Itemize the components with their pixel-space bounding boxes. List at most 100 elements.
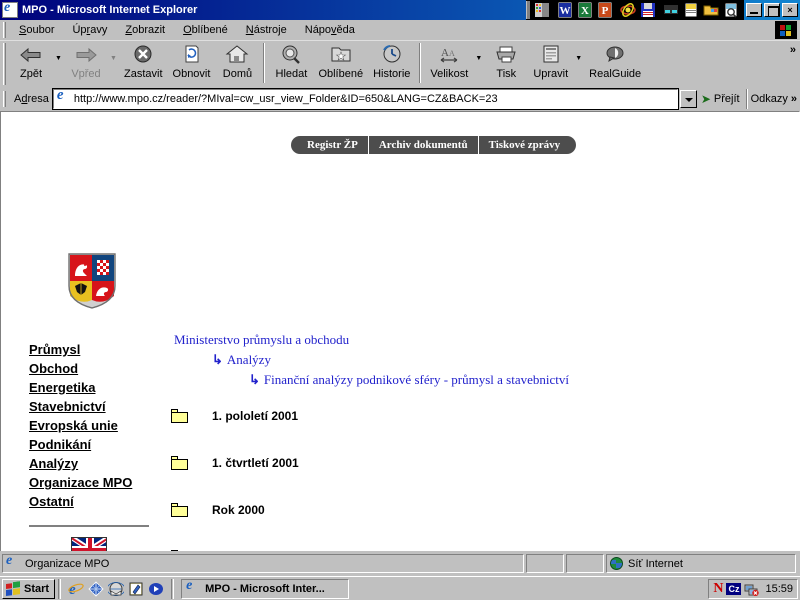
- toolbar-button-fontsize[interactable]: A A Velikost: [425, 41, 473, 80]
- list-item[interactable]: Rok 2000: [171, 486, 571, 533]
- office-shortcut-icon[interactable]: [533, 1, 551, 19]
- toolbar-label-realguide: RealGuide: [589, 68, 642, 80]
- notepad-icon[interactable]: [128, 581, 144, 597]
- office-bar-separator: [552, 1, 555, 19]
- edit-dropdown-arrow-icon[interactable]: ▼: [573, 55, 584, 63]
- sidebar-item-analyzy[interactable]: Analýzy: [29, 454, 165, 473]
- open-folder-icon[interactable]: [702, 1, 720, 19]
- links-chevron-icon[interactable]: »: [791, 93, 797, 105]
- address-bar: Adresa http://www.mpo.cz/reader/?MIval=c…: [0, 87, 800, 110]
- windows-logo-icon: [6, 580, 21, 596]
- window-title: MPO - Microsoft Internet Explorer: [22, 4, 198, 16]
- realplayer-icon[interactable]: [148, 581, 164, 597]
- taskbar: Start e e MPO - Microsoft Inter... N Cz …: [0, 576, 800, 600]
- toolbar-overflow-chevron[interactable]: »: [790, 41, 800, 56]
- powerpoint-icon[interactable]: P: [596, 1, 614, 19]
- menu-nastroje[interactable]: Nástroje: [237, 22, 296, 38]
- list-item[interactable]: 1. čtvrtletí 2001: [171, 439, 571, 486]
- network-status-icon[interactable]: [744, 582, 760, 596]
- restore-button[interactable]: [764, 3, 780, 17]
- breadcrumb-item-analyzy[interactable]: ↳ Analýzy: [174, 350, 569, 370]
- sidebar-item-stavebnictvi[interactable]: Stavebnictví: [29, 397, 165, 416]
- menu-oblibene[interactable]: Oblíbené: [174, 22, 237, 38]
- nav-tab-archiv-dokumentu[interactable]: Archiv dokumentů: [368, 136, 479, 154]
- nav-tab-registr-zp[interactable]: Registr ŽP: [291, 136, 369, 154]
- svg-text:X: X: [581, 5, 589, 17]
- close-button[interactable]: ×: [782, 3, 798, 17]
- toolbar-label-favorites: Oblíbené: [318, 68, 364, 80]
- forward-dropdown-arrow-icon[interactable]: ▼: [108, 55, 119, 63]
- font-size-icon: A A: [436, 43, 462, 67]
- excel-icon[interactable]: X: [576, 1, 594, 19]
- sidebar-item-obchod[interactable]: Obchod: [29, 359, 165, 378]
- minimize-button[interactable]: [746, 3, 762, 17]
- menu-soubor[interactable]: Soubor: [10, 22, 63, 38]
- sidebar-item-podnikani[interactable]: Podnikání: [29, 435, 165, 454]
- save-icon[interactable]: [639, 1, 657, 19]
- sidebar-item-evropska-unie[interactable]: Evropská unie: [29, 416, 165, 435]
- sidebar-item-prumysl[interactable]: Průmysl: [29, 340, 165, 359]
- find-file-icon[interactable]: [722, 1, 740, 19]
- start-button[interactable]: Start: [2, 578, 56, 599]
- keyboard-layout-indicator[interactable]: Cz: [726, 582, 742, 595]
- taskbar-clock[interactable]: 15:59: [765, 583, 793, 595]
- toolbar-button-search[interactable]: Hledat: [269, 41, 313, 80]
- list-item[interactable]: 1. pololetí 2001: [171, 392, 571, 439]
- status-panel-spacer-2: [566, 554, 604, 573]
- list-item[interactable]: 1. až 3. čtvrtletí 2000: [171, 533, 571, 551]
- sidebar-divider: [29, 525, 149, 527]
- address-dropdown-button[interactable]: [679, 89, 697, 108]
- outlook-express-icon[interactable]: [106, 581, 126, 597]
- taskbar-button-mpo[interactable]: MPO - Microsoft Inter...: [181, 578, 350, 599]
- toolbar-button-back[interactable]: Zpět: [9, 41, 53, 80]
- toolbar-button-refresh[interactable]: Obnovit: [168, 41, 216, 80]
- toolbar-label-print: Tisk: [496, 68, 517, 80]
- word-icon[interactable]: W: [556, 1, 574, 19]
- toolbar-button-forward[interactable]: Vpřed: [64, 41, 108, 80]
- breadcrumb-item-ministry[interactable]: Ministerstvo průmyslu a obchodu: [174, 330, 569, 350]
- fontsize-dropdown-arrow-icon[interactable]: ▼: [473, 55, 484, 63]
- security-zone-panel[interactable]: Síť Internet: [606, 554, 796, 573]
- nav-tab-tiskove-zpravy[interactable]: Tiskové zprávy: [478, 136, 577, 154]
- window-titlebar[interactable]: MPO - Microsoft Internet Explorer W: [0, 0, 800, 20]
- addressbar-grip[interactable]: [3, 90, 6, 107]
- language-block-english[interactable]: English version: [29, 537, 149, 551]
- sidebar-item-organizace-mpo[interactable]: Organizace MPO: [29, 473, 165, 492]
- go-button[interactable]: ➤ Přejít: [699, 92, 746, 106]
- office-shortcut-bar[interactable]: W X P: [526, 0, 744, 20]
- links-button[interactable]: Odkazy »: [748, 93, 800, 105]
- toolbar-button-edit[interactable]: Upravit: [528, 41, 573, 80]
- presentation-icon[interactable]: [662, 1, 680, 19]
- internet-explorer-icon[interactable]: e: [68, 581, 84, 598]
- menubar-grip[interactable]: [3, 21, 6, 38]
- toolbar-button-print[interactable]: Tisk: [484, 41, 528, 80]
- back-dropdown-arrow-icon[interactable]: ▼: [53, 55, 64, 63]
- taskbar-divider-1[interactable]: [58, 578, 62, 599]
- new-note-icon[interactable]: [682, 1, 700, 19]
- norton-antivirus-icon[interactable]: N: [713, 581, 723, 596]
- address-input[interactable]: http://www.mpo.cz/reader/?MIval=cw_usr_v…: [51, 87, 679, 110]
- toolbar-label-refresh: Obnovit: [172, 68, 211, 80]
- toolbar-button-favorites[interactable]: Oblíbené: [313, 41, 368, 80]
- menu-upravy[interactable]: Úpravy: [63, 22, 116, 38]
- access-icon[interactable]: [619, 1, 637, 19]
- show-desktop-icon[interactable]: [88, 580, 104, 597]
- sidebar-item-energetika[interactable]: Energetika: [29, 378, 165, 397]
- toolbar-label-search: Hledat: [275, 68, 308, 80]
- links-label: Odkazy: [750, 92, 788, 105]
- taskbar-divider-2[interactable]: [171, 578, 175, 599]
- menu-zobrazit[interactable]: Zobrazit: [116, 22, 174, 38]
- desktop: MPO - Microsoft Internet Explorer W: [0, 0, 800, 600]
- toolbar-button-history[interactable]: Historie: [368, 41, 415, 80]
- breadcrumb-item-current[interactable]: ↳ Finanční analýzy podnikové sféry - prům…: [174, 370, 569, 390]
- toolbar-grip[interactable]: [3, 43, 6, 85]
- office-bar-separator-3: [658, 1, 661, 19]
- menu-napoveda[interactable]: Nápověda: [296, 22, 364, 38]
- office-bar-grip[interactable]: [526, 1, 530, 19]
- toolbar-button-home[interactable]: Domů: [215, 41, 259, 80]
- sidebar-item-ostatni[interactable]: Ostatní: [29, 492, 165, 511]
- toolbar-button-realguide[interactable]: RealGuide: [584, 41, 646, 80]
- toolbar-button-stop[interactable]: Zastavit: [119, 41, 168, 80]
- window-controls[interactable]: ×: [744, 3, 800, 17]
- folder-icon: [171, 455, 188, 470]
